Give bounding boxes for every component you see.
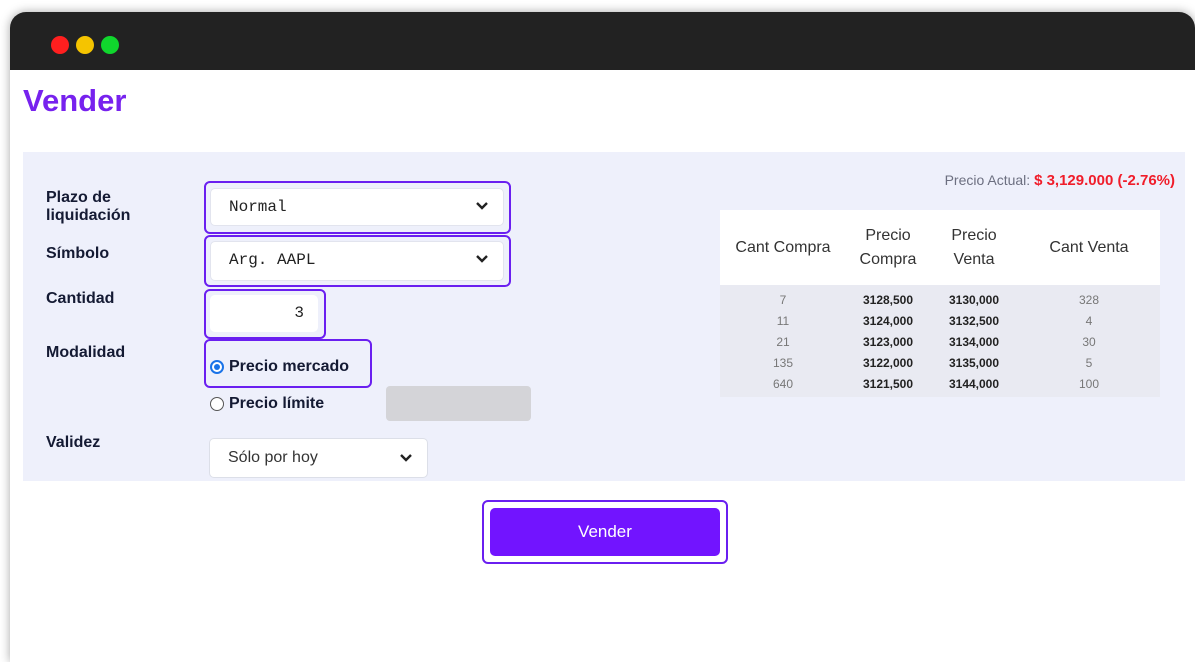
- bid-price: 3123,000: [862, 334, 914, 349]
- close-window-button[interactable]: [51, 36, 69, 54]
- ask-price: 3135,000: [948, 355, 1000, 370]
- bid-quantity: 640: [772, 376, 794, 391]
- bid-quantity: 7: [779, 292, 787, 307]
- bid-price: 3121,500: [862, 376, 914, 391]
- table-row: 640 3121,500 3144,000 100: [720, 373, 1160, 394]
- quantity-input[interactable]: 3: [210, 295, 318, 332]
- table-row: 11 3124,000 3132,500 4: [720, 310, 1160, 331]
- maximize-window-button[interactable]: [101, 36, 119, 54]
- page-title: Vender: [23, 83, 127, 118]
- ask-quantity: 328: [1078, 292, 1100, 307]
- limit-price-option[interactable]: Precio límite: [210, 395, 324, 413]
- bid-price: 3122,000: [862, 355, 914, 370]
- order-book-body: 7 3128,500 3130,000 328 11 3124,000 3132…: [720, 285, 1160, 397]
- ask-price: 3134,000: [948, 334, 1000, 349]
- quantity-label: Cantidad: [46, 290, 115, 307]
- chevron-down-icon: [476, 202, 488, 210]
- current-price: Precio Actual: $ 3,129.000 (-2.76%): [945, 172, 1175, 189]
- bid-price: 3128,500: [862, 292, 914, 307]
- mode-label: Modalidad: [46, 344, 126, 361]
- ask-price: 3130,000: [948, 292, 1000, 307]
- settlement-label: Plazo de liquidación: [46, 189, 131, 224]
- order-book-header: Cant Compra Precio Compra Precio Venta C…: [720, 210, 1160, 285]
- ask-price: 3144,000: [948, 376, 1000, 391]
- ask-quantity: 4: [1085, 313, 1093, 328]
- chevron-down-icon: [476, 255, 488, 263]
- column-header: Precio Compra: [859, 226, 917, 268]
- limit-price-input[interactable]: [386, 386, 531, 421]
- table-row: 21 3123,000 3134,000 30: [720, 331, 1160, 352]
- symbol-value: Arg. AAPL: [229, 251, 316, 269]
- column-header: Cant Venta: [1049, 238, 1129, 256]
- column-header: Precio Venta: [951, 226, 997, 268]
- bid-quantity: 135: [772, 355, 794, 370]
- symbol-label: Símbolo: [46, 245, 110, 262]
- bid-quantity: 21: [776, 334, 790, 349]
- chevron-down-icon: [400, 454, 412, 462]
- settlement-value: Normal: [229, 198, 287, 216]
- minimize-window-button[interactable]: [76, 36, 94, 54]
- validity-select[interactable]: Sólo por hoy: [209, 438, 428, 478]
- ask-quantity: 5: [1085, 355, 1093, 370]
- title-bar: [10, 12, 1195, 70]
- table-row: 135 3122,000 3135,000 5: [720, 352, 1160, 373]
- limit-price-label: Precio límite: [229, 395, 325, 412]
- current-price-value: $ 3,129.000 (-2.76%): [1034, 172, 1175, 189]
- market-price-label: Precio mercado: [229, 358, 350, 375]
- market-price-option[interactable]: Precio mercado: [210, 358, 349, 376]
- ask-quantity: 30: [1082, 334, 1096, 349]
- bid-price: 3124,000: [862, 313, 914, 328]
- sell-button[interactable]: Vender: [490, 508, 720, 556]
- ask-quantity: 100: [1078, 376, 1100, 391]
- radio-checked-icon[interactable]: [210, 360, 224, 374]
- bid-quantity: 11: [776, 313, 790, 328]
- symbol-select[interactable]: Arg. AAPL: [210, 241, 504, 281]
- validity-value: Sólo por hoy: [228, 449, 318, 466]
- ask-price: 3132,500: [948, 313, 1000, 328]
- order-book-table: Cant Compra Precio Compra Precio Venta C…: [720, 210, 1160, 397]
- table-row: 7 3128,500 3130,000 328: [720, 289, 1160, 310]
- current-price-label: Precio Actual:: [944, 172, 1031, 188]
- validity-label: Validez: [46, 434, 101, 451]
- column-header: Cant Compra: [735, 238, 831, 256]
- settlement-select[interactable]: Normal: [210, 188, 504, 226]
- radio-unchecked-icon[interactable]: [210, 397, 224, 411]
